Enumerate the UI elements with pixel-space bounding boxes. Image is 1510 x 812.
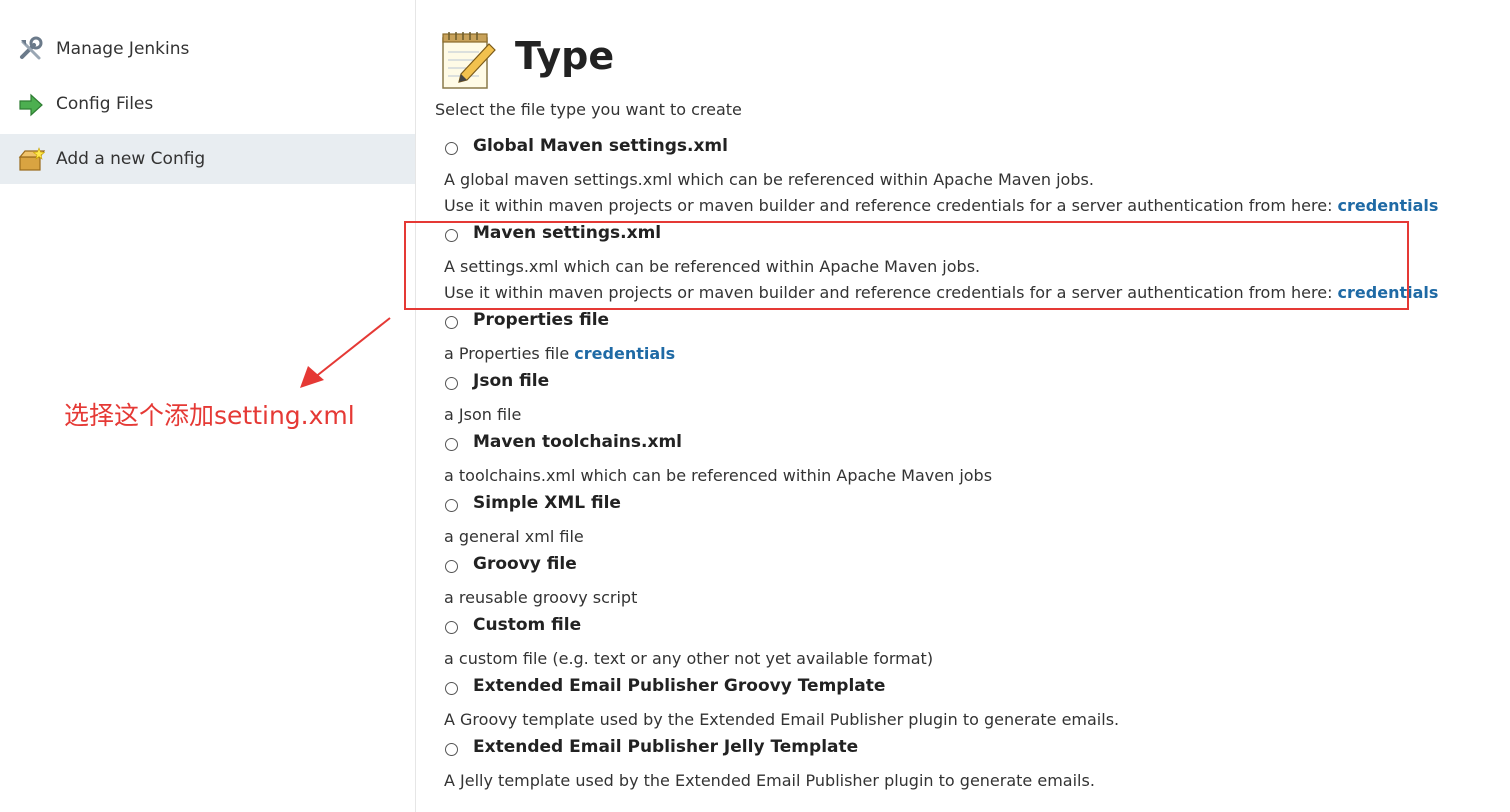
option-description: a Json file [444,405,522,424]
radio-custom-file[interactable] [445,621,458,634]
radio-email-jelly-template[interactable] [445,743,458,756]
option-label[interactable]: Properties file [473,310,609,330]
option-description: A Jelly template used by the Extended Em… [444,771,1095,790]
option-description: A global maven settings.xml which can be… [444,170,1094,189]
tools-icon [20,36,43,60]
option-description: Use it within maven projects or maven bu… [444,196,1438,215]
radio-simple-xml-file[interactable] [445,499,458,512]
main-content: Type Select the file type you want to cr… [435,0,1495,812]
arrow-right-icon [19,93,43,117]
sidebar-item-config-files[interactable]: Config Files [0,79,415,129]
option-description: A Groovy template used by the Extended E… [444,710,1120,729]
option-label[interactable]: Extended Email Publisher Jelly Template [473,737,858,757]
sidebar-item-label: Add a new Config [56,149,206,169]
option-label[interactable]: Custom file [473,615,581,635]
option-description-text: a Properties file [444,344,575,363]
option-label[interactable]: Groovy file [473,554,577,574]
option-label[interactable]: Extended Email Publisher Groovy Template [473,676,885,696]
option-description: a Properties file credentials [444,344,675,363]
radio-groovy-file[interactable] [445,560,458,573]
highlight-box [404,221,1409,310]
annotation-arrow-icon [300,317,391,388]
sidebar-item-add-new-config[interactable]: Add a new Config [0,134,415,184]
page-title: Type [515,34,615,78]
sidebar-item-label: Manage Jenkins [56,39,190,59]
option-description: a custom file (e.g. text or any other no… [444,649,934,668]
option-label[interactable]: Simple XML file [473,493,621,513]
credentials-link[interactable]: credentials [574,344,675,363]
option-label[interactable]: Maven toolchains.xml [473,432,682,452]
option-description-text: Use it within maven projects or maven bu… [444,196,1338,215]
option-label[interactable]: Json file [473,371,549,391]
sidebar-item-label: Config Files [56,94,154,114]
sidebar-item-manage-jenkins[interactable]: Manage Jenkins [0,24,415,74]
annotation-text: 选择这个添加setting.xml [64,401,355,430]
page-subtitle: Select the file type you want to create [435,100,742,119]
credentials-link[interactable]: credentials [1338,196,1439,215]
option-label[interactable]: Global Maven settings.xml [473,136,728,156]
option-description: a general xml file [444,527,584,546]
radio-email-groovy-template[interactable] [445,682,458,695]
add-box-icon [18,147,45,171]
radio-json-file[interactable] [445,377,458,390]
radio-maven-toolchains[interactable] [445,438,458,451]
option-description: a toolchains.xml which can be referenced… [444,466,993,485]
radio-properties-file[interactable] [445,316,458,329]
option-description: a reusable groovy script [444,588,638,607]
notepad-icon [442,32,496,89]
radio-global-maven-settings[interactable] [445,142,458,155]
